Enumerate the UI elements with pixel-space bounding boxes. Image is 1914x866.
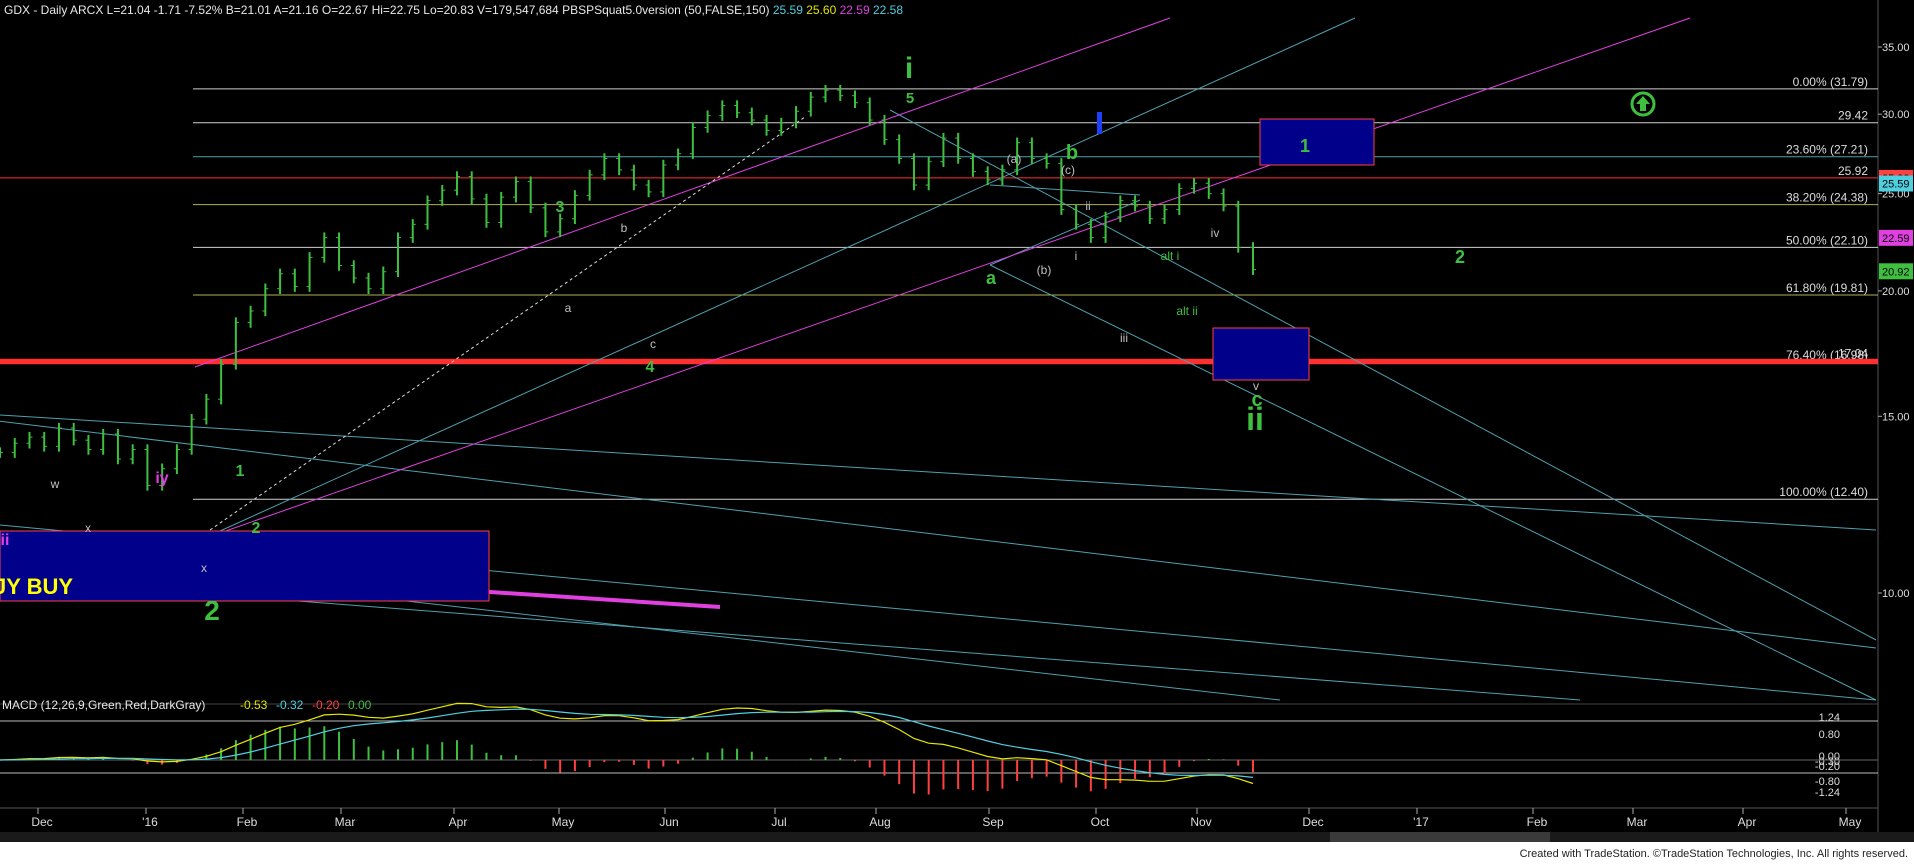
time-tick-label: May — [552, 815, 575, 829]
time-tick-label: May — [1839, 815, 1862, 829]
time-tick-label: Feb — [237, 815, 258, 829]
macd-value: -0.32 — [276, 698, 304, 712]
wave-label: w — [50, 477, 60, 491]
macd-title: MACD (12,26,9,Green,Red,DarkGray) — [2, 698, 205, 712]
indicator-value: 22.59 — [840, 3, 873, 17]
wave-label: alt ii — [1176, 304, 1197, 318]
macd-axis-label: 1.24 — [1819, 712, 1840, 724]
wave-label: ii — [1085, 199, 1090, 213]
price-tick-label: 10.00 — [1882, 588, 1910, 600]
buy-zone-box — [0, 530, 490, 602]
macd-axis-label: -0.20 — [1815, 761, 1840, 773]
price-marker-label: 22.59 — [1882, 233, 1910, 245]
wave-label: (c) — [1061, 163, 1075, 177]
wave-label: 2 — [252, 520, 261, 537]
wave-label: b — [1066, 142, 1078, 164]
fib-level-label: 17.04 — [1838, 347, 1868, 361]
fib-level-label: 25.92 — [1838, 164, 1868, 178]
fib-level-label: 61.80% (19.81) — [1786, 281, 1868, 295]
wave-label: i — [905, 52, 913, 85]
time-tick-label: Mar — [1627, 815, 1648, 829]
price-tick-label: 15.00 — [1882, 411, 1910, 423]
wave-label: 4 — [646, 359, 655, 376]
copyright-text: Created with TradeStation. ©TradeStation… — [1519, 848, 1908, 860]
time-tick-label: Dec — [31, 815, 52, 829]
fib-level-label: 100.00% (12.40) — [1779, 485, 1868, 499]
price-marker-label: 25.59 — [1882, 178, 1910, 190]
time-tick-label: Apr — [449, 815, 468, 829]
fib-level-label: 0.00% (31.79) — [1793, 75, 1868, 89]
wave-label: ii — [1, 532, 10, 549]
wave-label: ii — [1246, 401, 1264, 437]
wave-label: 2 — [1455, 247, 1465, 267]
time-tick-label: Sep — [982, 815, 1004, 829]
wave-label: iii — [1120, 331, 1128, 345]
gdx-daily-chart: GDX - Daily ARCX L=21.04 -1.71 -7.52% B=… — [0, 0, 1914, 866]
time-scrollbar[interactable] — [0, 832, 1914, 842]
wave-label: 5 — [906, 90, 914, 107]
macd-value: 0.00 — [348, 698, 372, 712]
chart-window: GDX - Daily ARCX L=21.04 -1.71 -7.52% B=… — [0, 0, 1914, 866]
time-tick-label: Oct — [1091, 815, 1110, 829]
time-tick-label: Jun — [659, 815, 678, 829]
macd-axis-label: 0.80 — [1819, 729, 1840, 741]
wave-label: x — [201, 561, 207, 575]
wave-label: 1 — [236, 463, 245, 480]
macd-value: -0.53 — [240, 698, 268, 712]
wave-label: (a) — [1007, 152, 1022, 166]
time-tick-label: '16 — [142, 815, 158, 829]
price-tick-label: 30.00 — [1882, 109, 1910, 121]
wave-label: 1 — [1300, 136, 1310, 156]
wave-label: iv — [1211, 226, 1220, 240]
fib-level-label: 50.00% (22.10) — [1786, 233, 1868, 247]
time-tick-label: Nov — [1190, 815, 1211, 829]
wave-label: iy — [155, 470, 168, 487]
indicator-value: 25.59 — [773, 3, 806, 17]
fib-level-label: 29.42 — [1838, 109, 1868, 123]
time-tick-label: Jul — [771, 815, 786, 829]
time-tick-label: Mar — [335, 815, 356, 829]
blue-marker — [1097, 112, 1102, 134]
wave-label: alt i — [1161, 249, 1180, 263]
wave-label: x — [85, 521, 91, 535]
time-tick-label: Aug — [869, 815, 890, 829]
wave-label: (b) — [1037, 263, 1052, 277]
wave-label: a — [986, 268, 997, 288]
price-tick-label: 35.00 — [1882, 42, 1910, 54]
indicator-value: 25.60 — [806, 3, 839, 17]
target-box-low — [1212, 327, 1310, 381]
target-box-high — [1259, 118, 1375, 166]
wave-label: a — [565, 301, 572, 315]
wave-label: b — [621, 221, 628, 235]
macd-axis-label: -1.24 — [1815, 787, 1840, 799]
fib-level-label: 23.60% (27.21) — [1786, 143, 1868, 157]
buy-zone-label: JY BUY — [0, 574, 73, 599]
price-tick-label: 20.00 — [1882, 286, 1910, 298]
wave-label: i — [1075, 249, 1078, 263]
wave-label: v — [1253, 379, 1259, 393]
time-tick-label: Apr — [1738, 815, 1757, 829]
time-tick-label: Dec — [1302, 815, 1323, 829]
indicator-value: 22.58 — [873, 3, 903, 17]
wave-label: c — [650, 337, 656, 351]
wave-label: 3 — [556, 199, 565, 216]
scrollbar-thumb[interactable] — [1330, 832, 1550, 842]
time-tick-label: Feb — [1527, 815, 1548, 829]
macd-value: -0.20 — [312, 698, 340, 712]
header-quote: GDX - Daily ARCX L=21.04 -1.71 -7.52% B=… — [4, 3, 773, 17]
fib-level-label: 38.20% (24.38) — [1786, 191, 1868, 205]
time-tick-label: '17 — [1413, 815, 1429, 829]
wave-label: 2 — [204, 595, 220, 626]
header-text: GDX - Daily ARCX L=21.04 -1.71 -7.52% B=… — [4, 3, 903, 17]
footer-bar: Created with TradeStation. ©TradeStation… — [0, 842, 1914, 866]
price-marker-label: 20.92 — [1882, 266, 1910, 278]
